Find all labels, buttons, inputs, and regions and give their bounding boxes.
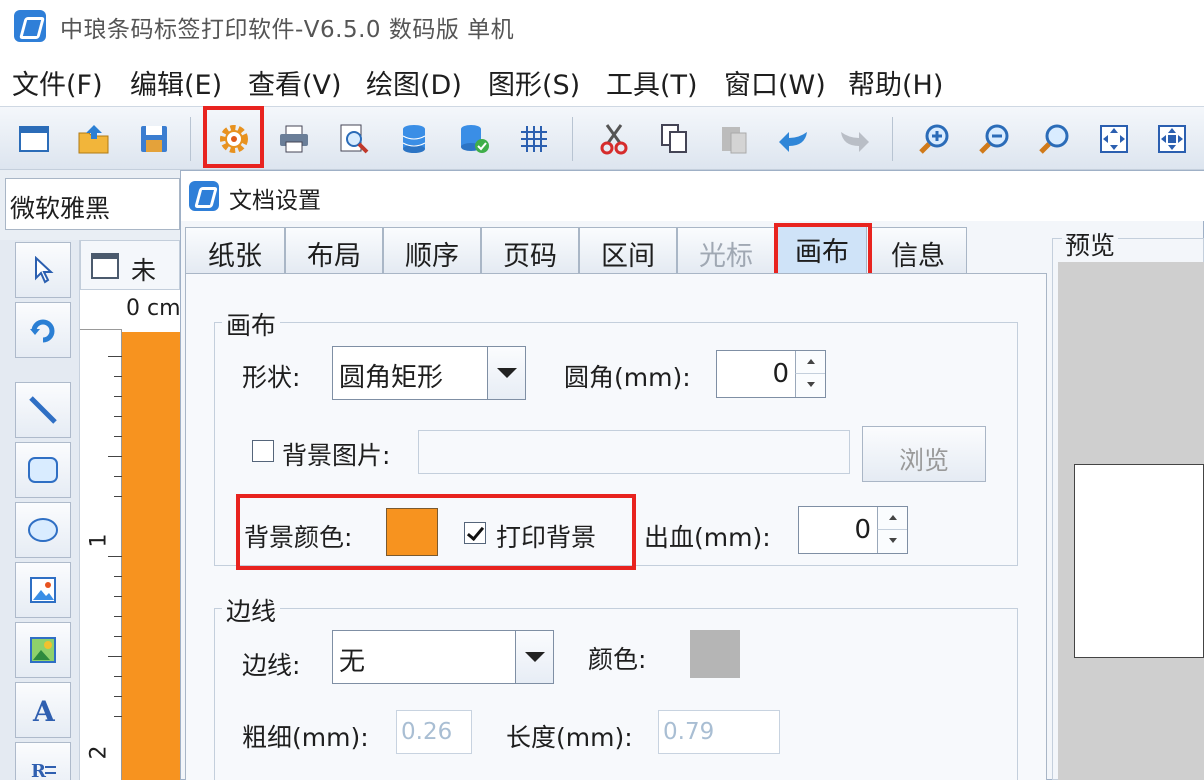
corner-radius-up-icon[interactable] bbox=[795, 351, 825, 374]
document-tab[interactable]: 未命 bbox=[80, 240, 180, 321]
tab-paper[interactable]: 纸张 bbox=[185, 227, 285, 273]
label-canvas[interactable] bbox=[122, 332, 180, 780]
menu-view[interactable]: 查看(V) bbox=[248, 63, 342, 102]
thickness-label: 粗细(mm): bbox=[242, 723, 369, 752]
shape-label: 形状: bbox=[242, 363, 301, 392]
tab-page-number[interactable]: 页码 bbox=[481, 227, 579, 273]
document-icon bbox=[91, 253, 119, 279]
corner-radius-label: 圆角(mm): bbox=[564, 363, 691, 392]
length-field: 0.79 bbox=[658, 710, 780, 754]
tab-info[interactable]: 信息 bbox=[869, 227, 967, 273]
tab-range[interactable]: 区间 bbox=[579, 227, 677, 273]
border-dropdown-icon[interactable] bbox=[515, 631, 553, 683]
border-combo[interactable]: 无 bbox=[332, 630, 554, 684]
shape-combo[interactable]: 圆角矩形 bbox=[332, 346, 526, 400]
bleed-label: 出血(mm): bbox=[644, 523, 771, 552]
menu-window[interactable]: 窗口(W) bbox=[724, 63, 826, 102]
menu-bar: 文件(F) 编辑(E) 查看(V) 绘图(D) 图形(S) 工具(T) 窗口(W… bbox=[0, 50, 1204, 106]
canvas-tab-panel: 画布 形状: 圆角矩形 圆角(mm): 0 背景图片: 浏览 背景颜色: 打印背… bbox=[185, 273, 1047, 780]
ruler-label-1: 1 bbox=[86, 533, 112, 548]
border-color-label: 颜色: bbox=[588, 645, 647, 674]
border-value: 无 bbox=[339, 647, 366, 677]
corner-radius-value: 0 bbox=[772, 359, 789, 389]
title-bar: 中琅条码标签打印软件-V6.5.0 数码版 单机 bbox=[0, 0, 1204, 50]
undo-icon[interactable] bbox=[774, 119, 814, 159]
line-tool-icon[interactable] bbox=[15, 382, 71, 438]
tab-layout[interactable]: 布局 bbox=[285, 227, 383, 273]
zoom-in-icon[interactable] bbox=[914, 119, 954, 159]
menu-draw[interactable]: 绘图(D) bbox=[366, 63, 462, 102]
dialog-title: 文档设置 bbox=[229, 188, 321, 214]
image-tool-icon[interactable] bbox=[15, 562, 71, 618]
preview-label: 预览 bbox=[1062, 226, 1119, 262]
bleed-value: 0 bbox=[854, 515, 871, 545]
paste-icon[interactable] bbox=[714, 119, 754, 159]
dialog-title-bar: 文档设置 bbox=[181, 171, 1204, 221]
text-tool-icon[interactable]: A bbox=[15, 682, 71, 738]
picture-tool-icon[interactable] bbox=[15, 622, 71, 678]
app-title: 中琅条码标签打印软件-V6.5.0 数码版 单机 bbox=[60, 17, 515, 43]
menu-edit[interactable]: 编辑(E) bbox=[130, 63, 222, 102]
drawing-tools-panel: A R bbox=[0, 240, 80, 780]
actual-size-icon[interactable] bbox=[1152, 119, 1192, 159]
border-group-title: 边线 bbox=[222, 592, 281, 628]
copy-icon[interactable] bbox=[654, 119, 694, 159]
menu-shape[interactable]: 图形(S) bbox=[488, 63, 580, 102]
corner-radius-stepper[interactable]: 0 bbox=[716, 350, 826, 398]
new-icon[interactable] bbox=[14, 119, 54, 159]
print-icon[interactable] bbox=[274, 119, 314, 159]
font-bar: 微软雅黑 bbox=[0, 170, 180, 240]
ruler-zero-label: 0 cm bbox=[126, 296, 181, 321]
save-icon[interactable] bbox=[134, 119, 174, 159]
rotate-tool-icon[interactable] bbox=[15, 302, 71, 358]
document-settings-dialog: 文档设置 纸张 布局 顺序 页码 区间 光标 画布 信息 画布 形状: 圆角矩形… bbox=[180, 170, 1204, 780]
tab-cursor: 光标 bbox=[677, 227, 775, 273]
grid-icon[interactable] bbox=[514, 119, 554, 159]
app-logo-icon bbox=[14, 10, 46, 42]
redo-icon[interactable] bbox=[834, 119, 874, 159]
select-tool-icon[interactable] bbox=[15, 242, 71, 298]
vertical-ruler bbox=[80, 330, 122, 780]
rectangle-tool-icon[interactable] bbox=[15, 442, 71, 498]
database-connect-icon[interactable] bbox=[454, 119, 494, 159]
shape-dropdown-icon[interactable] bbox=[487, 347, 525, 399]
cut-icon[interactable] bbox=[594, 119, 634, 159]
tab-order[interactable]: 顺序 bbox=[383, 227, 481, 273]
bg-image-path-field[interactable] bbox=[418, 430, 850, 474]
canvas-group-title: 画布 bbox=[222, 306, 281, 342]
svg-text:A: A bbox=[32, 695, 56, 725]
bg-image-label: 背景图片: bbox=[282, 441, 391, 470]
menu-file[interactable]: 文件(F) bbox=[12, 63, 103, 102]
bleed-down-icon[interactable] bbox=[877, 530, 907, 553]
bg-color-highlight bbox=[236, 494, 636, 570]
corner-radius-down-icon[interactable] bbox=[795, 374, 825, 397]
bleed-stepper[interactable]: 0 bbox=[798, 506, 908, 554]
settings-button-highlight bbox=[203, 106, 264, 168]
browse-button[interactable]: 浏览 bbox=[862, 426, 986, 482]
border-color-swatch[interactable] bbox=[690, 630, 740, 678]
thickness-field: 0.26 bbox=[396, 710, 472, 754]
main-toolbar bbox=[0, 106, 1204, 170]
length-label: 长度(mm): bbox=[506, 723, 633, 752]
menu-tools[interactable]: 工具(T) bbox=[606, 63, 698, 102]
zoom-icon[interactable] bbox=[1034, 119, 1074, 159]
preview-page bbox=[1074, 464, 1204, 658]
database-icon[interactable] bbox=[394, 119, 434, 159]
shape-value: 圆角矩形 bbox=[339, 363, 444, 393]
font-family-select[interactable]: 微软雅黑 bbox=[5, 178, 180, 230]
dialog-logo-icon bbox=[189, 181, 219, 211]
bg-image-checkbox[interactable] bbox=[252, 440, 274, 462]
menu-help[interactable]: 帮助(H) bbox=[848, 63, 943, 102]
zoom-out-icon[interactable] bbox=[974, 119, 1014, 159]
svg-text:R: R bbox=[31, 761, 47, 780]
bleed-up-icon[interactable] bbox=[877, 507, 907, 530]
ellipse-tool-icon[interactable] bbox=[15, 502, 71, 558]
border-label: 边线: bbox=[242, 651, 301, 680]
open-icon[interactable] bbox=[74, 119, 114, 159]
print-preview-icon[interactable] bbox=[334, 119, 374, 159]
ruler-label-2: 2 bbox=[86, 745, 112, 760]
rich-text-tool-icon[interactable]: R bbox=[15, 742, 71, 780]
fit-page-icon[interactable] bbox=[1094, 119, 1134, 159]
